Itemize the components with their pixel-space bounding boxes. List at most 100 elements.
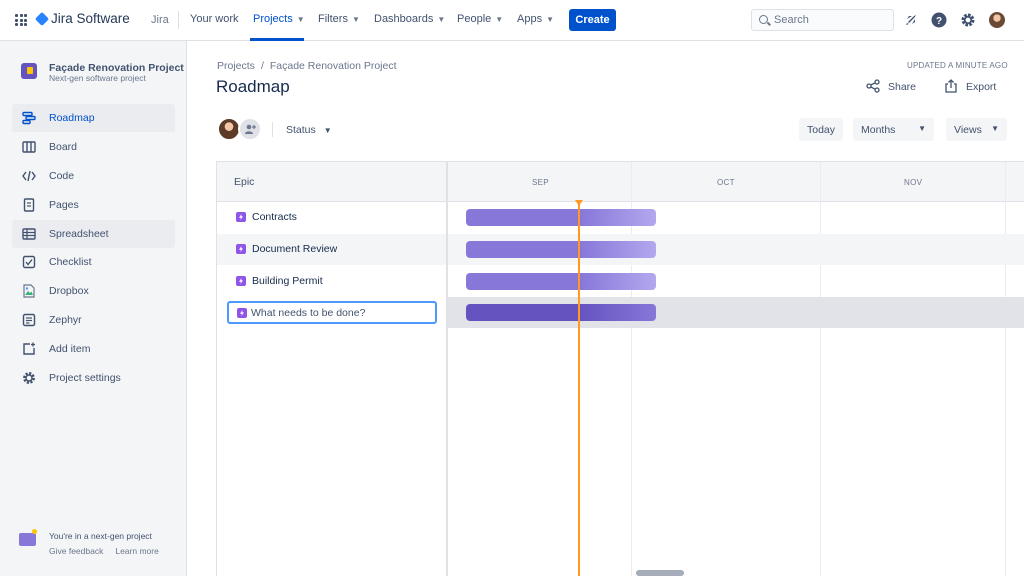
nav-projects[interactable]: Projects ▼ [253,13,305,25]
roadmap-header: Epic SEP OCT NOV [217,162,1024,202]
help-icon[interactable]: ? [931,12,947,28]
code-icon [22,170,36,182]
sidebar-item-pages[interactable]: Pages [12,191,175,219]
epic-icon [237,308,247,318]
epic-timeline-bar[interactable] [466,209,656,226]
epic-icon [236,244,246,254]
roadmap-grid: Epic SEP OCT NOV Contracts Document Revi… [216,161,1024,576]
chevron-down-icon: ▼ [296,15,305,24]
project-avatar-icon [21,63,37,79]
epic-row[interactable]: Contracts [217,202,1024,233]
new-epic-field[interactable] [227,301,437,324]
epic-icon [236,276,246,286]
add-person-icon [245,124,256,134]
give-feedback-link[interactable]: Give feedback [49,546,103,556]
epic-label[interactable]: Document Review [252,243,337,255]
app-switcher-icon[interactable] [15,14,27,26]
months-dropdown[interactable]: Months ▼ [853,118,934,141]
add-people-button[interactable] [238,117,262,141]
gear-icon [23,372,35,384]
jira-logo[interactable]: Jira Software [34,11,130,26]
new-epic-input[interactable] [251,305,431,321]
notifications-icon[interactable] [903,12,919,28]
sidebar-item-label: Zephyr [49,314,82,326]
spreadsheet-icon [22,228,36,240]
nav-people[interactable]: People ▼ [457,13,503,25]
toolbar-divider [272,122,273,137]
breadcrumb-project[interactable]: Façade Renovation Project [270,60,397,72]
views-dropdown[interactable]: Views ▼ [946,118,1007,141]
sidebar-item-label: Code [49,170,75,182]
nav-label: People [457,13,492,25]
epic-row[interactable]: Document Review [217,234,1024,265]
project-type: Next-gen software project [49,73,146,83]
sidebar-item-board[interactable]: Board [12,133,175,161]
chevron-down-icon: ▼ [991,124,999,133]
project-sidebar: Façade Renovation Project Next-gen softw… [0,41,187,576]
sidebar-item-label: Spreadsheet [49,228,109,240]
status-filter-dropdown[interactable]: Status ▼ [286,124,332,136]
today-label: Today [807,123,836,136]
share-icon [866,79,880,93]
chevron-down-icon: ▼ [495,15,504,24]
sidebar-item-label: Dropbox [49,285,89,297]
chevron-down-icon: ▼ [437,15,446,24]
nav-filters[interactable]: Filters ▼ [318,13,360,25]
sidebar-item-roadmap[interactable]: Roadmap [12,104,175,132]
sidebar-item-label: Pages [49,199,79,211]
share-button[interactable]: Share [866,79,916,93]
epic-timeline-bar[interactable] [466,273,656,290]
month-header-oct: OCT [717,178,735,187]
epic-label[interactable]: Contracts [252,211,297,223]
export-label: Export [966,81,997,93]
sidebar-item-zephyr[interactable]: Zephyr [12,306,175,334]
chevron-down-icon: ▼ [351,15,360,24]
chevron-down-icon: ▼ [918,124,926,133]
sidebar-item-label: Roadmap [49,112,95,124]
roadmap-icon [22,111,36,125]
sidebar-item-label: Checklist [49,256,92,268]
sidebar-item-add-item[interactable]: Add item [12,335,175,363]
epic-icon [236,212,246,222]
sidebar-item-project-settings[interactable]: Project settings [12,364,175,392]
epic-column-divider[interactable] [446,162,448,576]
export-icon [945,79,957,93]
nav-dashboards[interactable]: Dashboards ▼ [374,13,445,25]
nav-apps[interactable]: Apps ▼ [517,13,554,25]
new-epic-row[interactable] [217,297,1024,328]
footer-links: Give feedback Learn more [49,546,171,556]
search-placeholder: Search [774,14,809,26]
status-label: Status [286,124,316,136]
horizontal-scrollbar[interactable] [636,570,684,576]
settings-gear-icon[interactable] [960,12,976,28]
epic-label[interactable]: Building Permit [252,275,323,287]
user-avatar[interactable] [989,12,1005,28]
board-icon [22,141,36,153]
product-name: Jira Software [51,11,130,26]
nav-label: Filters [318,13,348,25]
sidebar-item-checklist[interactable]: Checklist [12,248,175,276]
export-button[interactable]: Export [944,79,996,93]
month-header-sep: SEP [532,178,549,187]
epic-timeline-bar[interactable] [466,241,656,258]
product-sub: Jira [151,14,169,26]
sidebar-item-spreadsheet[interactable]: Spreadsheet [12,220,175,248]
create-button[interactable]: Create [569,9,616,31]
breadcrumb-projects[interactable]: Projects [217,60,255,72]
new-epic-timeline-bar[interactable] [466,304,656,321]
nav-your-work[interactable]: Your work [190,13,239,25]
nav-label: Projects [253,13,293,25]
updated-status: UPDATED A MINUTE AGO [907,61,1008,70]
jira-diamond-icon [34,11,50,26]
search-input[interactable]: Search [751,9,894,31]
sidebar-item-code[interactable]: Code [12,162,175,190]
epic-row[interactable]: Building Permit [217,266,1024,297]
today-button[interactable]: Today [799,118,843,141]
learn-more-link[interactable]: Learn more [115,546,158,556]
share-label: Share [888,81,917,93]
zephyr-icon [22,313,36,327]
add-item-icon [23,342,35,355]
dropbox-icon [23,284,35,298]
month-header-nov: NOV [904,178,923,187]
sidebar-item-dropbox[interactable]: Dropbox [12,277,175,305]
